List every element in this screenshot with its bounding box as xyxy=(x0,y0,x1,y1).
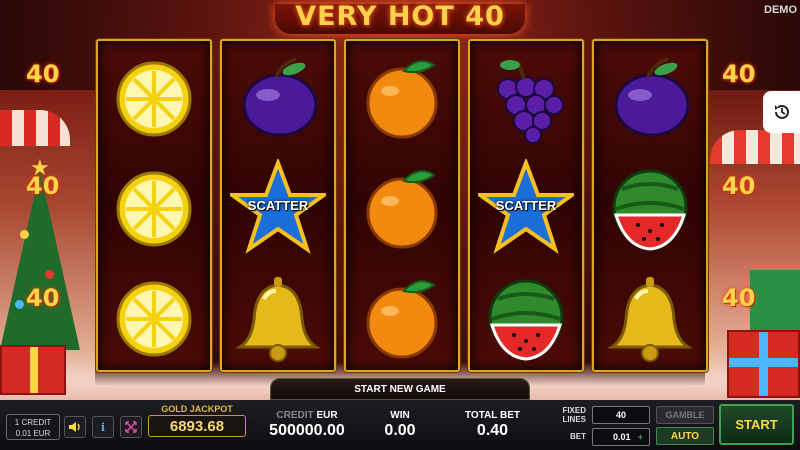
gift-box-left xyxy=(0,345,66,395)
jackpot-value: 6893.68 xyxy=(148,415,246,437)
watermelon-icon xyxy=(488,279,564,361)
reel-2: SCATTER xyxy=(220,39,336,372)
credit-denomination-line2: 0.01 EUR xyxy=(15,429,51,438)
ornament xyxy=(15,300,24,309)
scatter-symbol: SCATTER xyxy=(222,152,334,262)
bet-label: BET xyxy=(570,432,586,441)
plum-icon xyxy=(242,57,318,137)
fixed-lines-label: FIXED LINES xyxy=(556,406,586,424)
win-value: 0.00 xyxy=(384,422,416,439)
fullscreen-button[interactable] xyxy=(120,416,142,438)
start-button[interactable]: START xyxy=(719,404,794,445)
line-marker-left: 40 xyxy=(26,60,60,88)
lemon-symbol xyxy=(98,42,210,152)
plum-icon xyxy=(614,57,690,137)
fixed-lines-label-1: FIXED xyxy=(562,406,586,415)
history-icon xyxy=(774,104,789,119)
line-marker-left: 40 xyxy=(26,284,60,312)
orange-icon xyxy=(366,60,438,139)
game-title: VERY HOT 40 xyxy=(295,1,505,32)
bet-selector[interactable]: 0.01 + xyxy=(592,428,650,446)
info-icon: i xyxy=(100,420,106,434)
orange-icon xyxy=(366,280,438,359)
plum-symbol xyxy=(594,42,706,152)
orange-symbol xyxy=(346,42,458,152)
sound-button[interactable] xyxy=(64,416,86,438)
fullscreen-icon xyxy=(125,421,137,433)
demo-badge: DEMO xyxy=(764,4,797,16)
lemon-icon xyxy=(116,281,192,357)
orange-symbol xyxy=(346,262,458,372)
bell-symbol xyxy=(594,262,706,372)
orange-icon xyxy=(366,170,438,249)
ornament xyxy=(20,230,29,239)
scatter-symbol: SCATTER xyxy=(470,152,582,262)
lemon-icon xyxy=(116,171,192,247)
gift-box-right xyxy=(727,330,800,398)
orange-symbol xyxy=(346,152,458,262)
speaker-icon xyxy=(69,422,80,432)
win-label: WIN xyxy=(390,410,410,421)
history-button[interactable] xyxy=(763,91,800,133)
credit-label-text: CREDIT xyxy=(276,410,314,421)
line-marker-left: 40 xyxy=(26,172,60,200)
reel-1 xyxy=(96,39,212,372)
plum-symbol xyxy=(222,42,334,152)
total-bet-value: 0.40 xyxy=(476,422,509,439)
lemon-symbol xyxy=(98,152,210,262)
auto-button[interactable]: AUTO xyxy=(656,427,714,445)
gift-box-back-right xyxy=(750,270,800,330)
fixed-lines-label-2: LINES xyxy=(562,415,586,424)
start-new-game-button[interactable]: START NEW GAME xyxy=(270,378,530,400)
lemon-icon xyxy=(116,61,192,137)
fixed-lines-value: 40 xyxy=(592,406,650,424)
bet-value: 0.01 xyxy=(613,432,631,442)
line-marker-right: 40 xyxy=(722,172,756,200)
watermelon-symbol xyxy=(470,262,582,372)
line-marker-right: 40 xyxy=(722,284,756,312)
bell-symbol xyxy=(222,262,334,372)
reel-3 xyxy=(344,39,460,372)
credit-currency: EUR xyxy=(316,410,338,421)
game-stage: ★ VERY HOT 40 DEMO 40 40 40 40 40 40 SCA… xyxy=(0,0,800,450)
jackpot-label: GOLD JACKPOT xyxy=(161,404,233,414)
line-marker-right: 40 xyxy=(722,60,756,88)
watermelon-icon xyxy=(612,169,688,251)
gamble-button[interactable]: GAMBLE xyxy=(656,406,714,424)
ornament xyxy=(45,270,54,279)
scatter-label: SCATTER xyxy=(495,198,557,213)
credit-value: 500000.00 xyxy=(269,422,345,439)
credit-denomination[interactable]: 1 CREDIT 0.01 EUR xyxy=(6,414,60,440)
watermelon-symbol xyxy=(594,152,706,262)
credit-denomination-line1: 1 CREDIT xyxy=(14,418,52,427)
credit-label: CREDIT EUR xyxy=(262,410,352,421)
bell-icon xyxy=(607,277,693,362)
scatter-label: SCATTER xyxy=(247,198,309,213)
info-button[interactable]: i xyxy=(92,416,114,438)
lemon-symbol xyxy=(98,262,210,372)
stall-awning-right xyxy=(710,130,800,164)
total-bet-label: TOTAL BET xyxy=(465,410,520,421)
reel-5 xyxy=(592,39,708,372)
bell-icon xyxy=(235,277,321,362)
grapes-symbol xyxy=(470,42,582,152)
bet-plus-button[interactable]: + xyxy=(638,429,643,446)
grapes-icon xyxy=(497,60,564,144)
reel-4: SCATTER xyxy=(468,39,584,372)
